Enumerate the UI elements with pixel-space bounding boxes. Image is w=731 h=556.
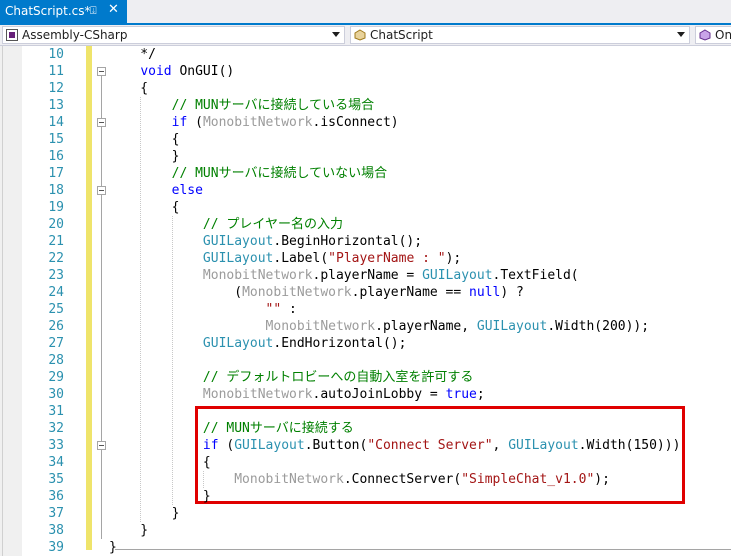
code-line[interactable]: else xyxy=(109,182,203,199)
code-editor[interactable]: 10 11 12 13 14 15 16 17 18 19 20 21 22 23 24 25 26 27 28 29… xyxy=(0,46,731,556)
line-number: 11 xyxy=(48,64,64,79)
code-line[interactable]: MonobitNetwork.playerName, GUILayout.Wid… xyxy=(109,318,650,335)
line-number: 36 xyxy=(48,489,64,504)
line-number: 12 xyxy=(48,81,64,96)
line-number: 10 xyxy=(48,47,64,62)
code-line[interactable]: // MUNサーバに接続していない場合 xyxy=(109,165,387,182)
code-line[interactable]: */ xyxy=(109,46,156,63)
member-dropdown[interactable]: On xyxy=(695,26,731,44)
code-line[interactable]: MonobitNetwork.ConnectServer("SimpleChat… xyxy=(109,471,610,488)
line-number: 23 xyxy=(48,268,64,283)
close-icon[interactable]: ✕ xyxy=(108,2,119,17)
line-number: 31 xyxy=(48,404,64,419)
line-number: 26 xyxy=(48,319,64,334)
code-line[interactable]: } xyxy=(109,522,148,539)
line-number: 29 xyxy=(48,370,64,385)
line-number: 16 xyxy=(48,149,64,164)
class-dropdown-value: ChatScript xyxy=(370,28,433,42)
indent-guide xyxy=(202,471,204,488)
change-tracking-bar xyxy=(86,46,92,550)
document-tab[interactable]: ChatScript.cs* ⍗ ✕ xyxy=(0,0,127,23)
line-number: 15 xyxy=(48,132,64,147)
code-line[interactable]: // MUNサーバに接続する xyxy=(109,420,354,437)
code-line[interactable]: MonobitNetwork.playerName = GUILayout.Te… xyxy=(109,267,579,284)
class-icon xyxy=(354,29,366,41)
code-line[interactable]: } xyxy=(109,148,180,165)
document-tab-bar: ChatScript.cs* ⍗ ✕ xyxy=(0,0,731,25)
code-line[interactable]: // デフォルトロビーへの自動入室を許可する xyxy=(109,369,473,386)
line-number: 34 xyxy=(48,455,64,470)
line-number: 14 xyxy=(48,115,64,130)
collapse-toggle-icon[interactable] xyxy=(97,441,106,450)
indicator-margin xyxy=(0,46,22,556)
line-number: 19 xyxy=(48,200,64,215)
code-line[interactable]: { xyxy=(109,199,180,216)
line-number: 35 xyxy=(48,472,64,487)
project-dropdown[interactable]: Assembly-CSharp xyxy=(2,26,345,44)
editor-bottom-rule xyxy=(115,549,731,550)
line-number: 18 xyxy=(48,183,64,198)
document-tab-title: ChatScript.cs* xyxy=(5,4,91,18)
outlining-line xyxy=(101,76,102,539)
line-number: 39 xyxy=(48,540,64,555)
line-number: 22 xyxy=(48,251,64,266)
code-line[interactable]: // MUNサーバに接続している場合 xyxy=(109,97,374,114)
line-number: 32 xyxy=(48,421,64,436)
code-line[interactable]: GUILayout.BeginHorizontal(); xyxy=(109,233,422,250)
method-icon xyxy=(699,29,711,41)
code-line[interactable]: { xyxy=(109,131,180,148)
line-number: 24 xyxy=(48,285,64,300)
line-number: 27 xyxy=(48,336,64,351)
line-number: 38 xyxy=(48,523,64,538)
code-line[interactable]: void OnGUI() xyxy=(109,63,234,80)
line-number: 25 xyxy=(48,302,64,317)
line-number: 13 xyxy=(48,98,64,113)
code-line[interactable]: } xyxy=(109,505,180,522)
code-line[interactable]: MonobitNetwork.autoJoinLobby = true; xyxy=(109,386,485,403)
line-number: 30 xyxy=(48,387,64,402)
code-line[interactable]: if (GUILayout.Button("Connect Server", G… xyxy=(109,437,680,454)
line-number: 21 xyxy=(48,234,64,249)
collapse-toggle-icon[interactable] xyxy=(97,67,106,76)
code-line[interactable]: } xyxy=(109,488,211,505)
indent-guide xyxy=(171,216,173,505)
indent-guide xyxy=(140,97,142,522)
code-line[interactable]: } xyxy=(109,539,117,556)
navigation-bar: Assembly-CSharp ChatScript On xyxy=(0,25,731,46)
code-line[interactable]: "" : xyxy=(109,301,297,318)
collapse-toggle-icon[interactable] xyxy=(97,118,106,127)
code-line[interactable]: // プレイヤー名の入力 xyxy=(109,216,343,233)
collapse-toggle-icon[interactable] xyxy=(97,186,106,195)
line-number: 28 xyxy=(48,353,64,368)
code-line[interactable]: { xyxy=(109,80,148,97)
code-line[interactable]: { xyxy=(109,454,211,471)
code-line[interactable]: GUILayout.EndHorizontal(); xyxy=(109,335,407,352)
line-number: 33 xyxy=(48,438,64,453)
code-line[interactable]: GUILayout.Label("PlayerName : "); xyxy=(109,250,461,267)
csharp-project-icon xyxy=(6,29,18,41)
class-dropdown[interactable]: ChatScript xyxy=(350,26,690,44)
project-dropdown-value: Assembly-CSharp xyxy=(22,28,128,42)
code-line[interactable]: if (MonobitNetwork.isConnect) xyxy=(109,114,399,131)
line-number: 20 xyxy=(48,217,64,232)
member-dropdown-value: On xyxy=(715,28,731,42)
line-number: 37 xyxy=(48,506,64,521)
chevron-down-icon xyxy=(332,32,340,37)
pin-icon[interactable]: ⍗ xyxy=(90,4,97,18)
line-number: 17 xyxy=(48,166,64,181)
chevron-down-icon xyxy=(677,32,685,37)
